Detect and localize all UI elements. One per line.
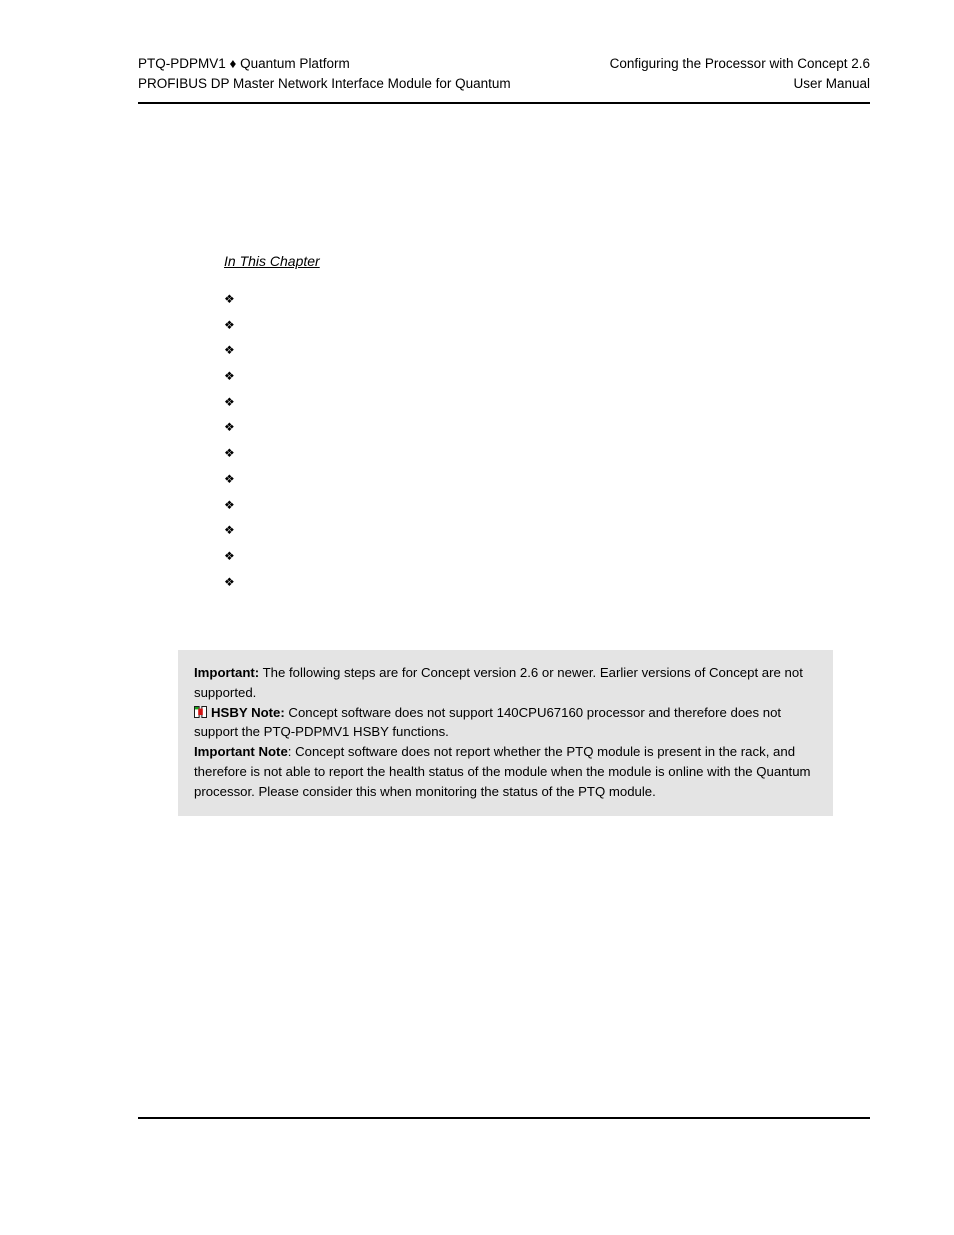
important-note-label: Important Note [194,744,288,760]
diamond-bullet-icon: ❖ [224,420,235,435]
list-item[interactable]: ❖ [224,318,864,344]
important-note-paragraph: Important Note: Concept software does no… [194,742,817,801]
list-item[interactable]: ❖ [224,472,864,498]
diamond-bullet-icon: ❖ [224,292,235,306]
hsby-redundancy-icon [194,704,207,718]
important-paragraph: Important: The following steps are for C… [194,663,817,703]
list-item[interactable]: ❖ [224,498,864,524]
list-item[interactable]: ❖ [224,343,864,369]
page-header: PTQ-PDPMV1 ♦ Quantum Platform Configurin… [138,54,870,100]
diamond-bullet-icon: ❖ [224,548,235,563]
list-item[interactable]: ❖ [224,395,864,421]
chapter-toc-list: ❖ ❖ ❖ ❖ ❖ ❖ ❖ ❖ ❖ ❖ ❖ ❖ [224,292,864,600]
header-chapter-title: Configuring the Processor with Concept 2… [609,56,870,71]
diamond-bullet-icon: ❖ [224,446,235,461]
list-item[interactable]: ❖ [224,575,864,601]
diamond-bullet-icon: ❖ [224,523,235,538]
diamond-bullet-icon: ❖ [224,343,235,358]
important-label: Important: [194,665,260,680]
header-product-title: PTQ-PDPMV1 ♦ Quantum Platform [138,56,350,71]
important-note-callout: Important: The following steps are for C… [178,650,833,816]
header-row-2: PROFIBUS DP Master Network Interface Mod… [138,74,870,94]
in-this-chapter-section: In This Chapter ❖ ❖ ❖ ❖ ❖ ❖ ❖ ❖ ❖ ❖ ❖ ❖ [224,252,864,600]
list-item[interactable]: ❖ [224,523,864,549]
list-item[interactable]: ❖ [224,446,864,472]
header-document-type: User Manual [793,76,870,91]
diamond-bullet-icon: ❖ [224,574,235,589]
diamond-bullet-icon: ❖ [224,317,235,332]
hsby-note-paragraph: HSBY Note: Concept software does not sup… [194,703,817,743]
list-item[interactable]: ❖ [224,369,864,395]
header-product-subtitle: PROFIBUS DP Master Network Interface Mod… [138,76,511,91]
document-page: PTQ-PDPMV1 ♦ Quantum Platform Configurin… [0,0,954,1235]
in-this-chapter-heading: In This Chapter [224,253,320,269]
diamond-bullet-icon: ❖ [224,471,235,486]
header-row-1: PTQ-PDPMV1 ♦ Quantum Platform Configurin… [138,54,870,74]
list-item[interactable]: ❖ [224,549,864,575]
list-item[interactable]: ❖ [224,420,864,446]
diamond-bullet-icon: ❖ [224,497,235,512]
important-body: The following steps are for Concept vers… [194,665,803,700]
diamond-bullet-icon: ❖ [224,369,235,384]
diamond-bullet-icon: ❖ [224,394,235,409]
header-divider [138,102,870,104]
hsby-note-label: HSBY Note: [211,704,285,720]
list-item[interactable]: ❖ [224,292,864,318]
footer-divider [138,1117,870,1119]
